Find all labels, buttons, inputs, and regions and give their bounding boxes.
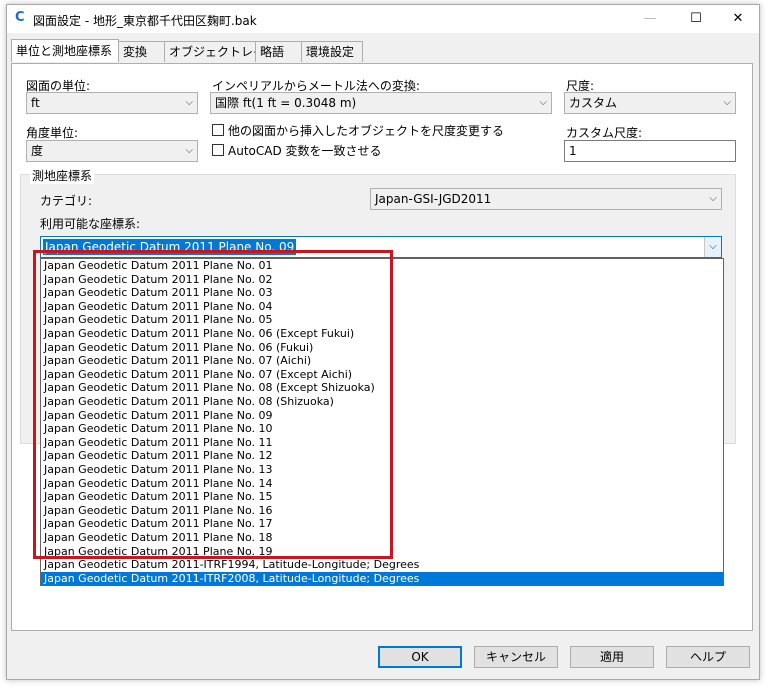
ok-button[interactable]: OK <box>378 646 462 668</box>
custom-scale-label: カスタム尺度: <box>566 126 643 140</box>
title-bar: C 図面設定 - 地形_東京都千代田区麹町.bak — ☐ ✕ <box>7 5 759 33</box>
drawing-unit-value: ft <box>31 96 40 110</box>
coordinate-system-group-title: 測地座標系 <box>30 167 95 184</box>
angle-unit-label: 角度単位: <box>26 126 79 140</box>
tab-units-coordinate[interactable]: 単位と測地座標系 <box>11 39 119 62</box>
scale-objects-checkbox[interactable] <box>212 124 224 136</box>
cancel-button[interactable]: キャンセル <box>474 646 558 668</box>
category-value: Japan-GSI-JGD2011 <box>375 192 492 206</box>
available-systems-label: 利用可能な座標系: <box>40 217 141 231</box>
match-autocad-vars-label: AutoCAD 変数を一致させる <box>228 144 382 158</box>
tab-abbreviation[interactable]: 略語 <box>255 41 302 62</box>
imperial-conversion-value: 国際 ft(1 ft = 0.3048 m) <box>215 96 357 110</box>
custom-scale-input[interactable]: 1 <box>564 140 736 162</box>
maximize-button[interactable]: ☐ <box>673 5 719 33</box>
tab-transform[interactable]: 変換 <box>118 41 165 62</box>
chevron-down-icon: ⌵ <box>185 97 193 108</box>
chevron-down-icon[interactable]: ⌵ <box>704 237 721 257</box>
tab-object-layer[interactable]: オブジェクトレイヤ <box>164 41 277 62</box>
angle-unit-select[interactable]: 度 ⌵ <box>26 140 198 162</box>
coordinate-system-option[interactable]: Japan Geodetic Datum 2011-ITRF2008, Lati… <box>41 571 723 585</box>
chevron-down-icon: ⌵ <box>723 97 731 108</box>
coordinate-system-option[interactable]: Japan Geodetic Datum 2011-ITRF1994, Lati… <box>41 558 723 572</box>
match-autocad-vars-checkbox[interactable] <box>212 144 224 156</box>
highlight-annotation-box <box>33 250 393 559</box>
scale-select[interactable]: カスタム ⌵ <box>564 92 736 114</box>
help-button[interactable]: ヘルプ <box>666 646 750 668</box>
imperial-conversion-select[interactable]: 国際 ft(1 ft = 0.3048 m) ⌵ <box>210 92 552 114</box>
minimize-button[interactable]: — <box>627 5 673 33</box>
scale-objects-label: 他の図面から挿入したオブジェクトを尺度変更する <box>228 124 505 138</box>
chevron-down-icon: ⌵ <box>709 193 717 204</box>
scale-value: カスタム <box>569 96 618 110</box>
tab-environment[interactable]: 環境設定 <box>301 41 363 62</box>
app-icon: C <box>15 10 25 25</box>
category-select[interactable]: Japan-GSI-JGD2011 ⌵ <box>370 188 722 210</box>
close-button[interactable]: ✕ <box>715 5 761 33</box>
drawing-unit-select[interactable]: ft ⌵ <box>26 92 198 114</box>
window-title: 図面設定 - 地形_東京都千代田区麹町.bak <box>33 14 257 28</box>
chevron-down-icon: ⌵ <box>185 145 193 156</box>
category-label: カテゴリ: <box>40 194 93 208</box>
angle-unit-value: 度 <box>31 144 44 158</box>
chevron-down-icon: ⌵ <box>539 97 547 108</box>
apply-button[interactable]: 適用 <box>570 646 654 668</box>
